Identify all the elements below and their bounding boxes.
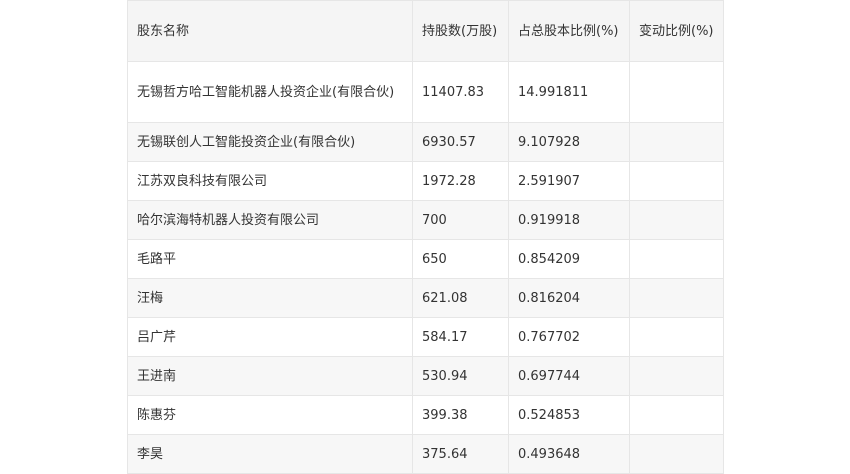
table-row: 王进南 530.94 0.697744 — [127, 356, 724, 396]
cell-shares: 584.17 — [412, 317, 509, 357]
cell-share-percent: 14.991811 — [508, 61, 630, 123]
cell-change-percent — [629, 161, 724, 201]
cell-change-percent — [629, 434, 724, 474]
table-row: 毛路平 650 0.854209 — [127, 239, 724, 279]
cell-change-percent — [629, 278, 724, 318]
cell-shareholder-name: 李昊 — [127, 434, 413, 474]
table-row: 无锡哲方哈工智能机器人投资企业(有限合伙) 11407.83 14.991811 — [127, 61, 724, 123]
table-row: 哈尔滨海特机器人投资有限公司 700 0.919918 — [127, 200, 724, 240]
cell-shareholder-name: 王进南 — [127, 356, 413, 396]
cell-share-percent: 0.816204 — [508, 278, 630, 318]
cell-share-percent: 0.697744 — [508, 356, 630, 396]
cell-shareholder-name: 汪梅 — [127, 278, 413, 318]
header-shares: 持股数(万股) — [412, 0, 509, 62]
cell-change-percent — [629, 395, 724, 435]
cell-shareholder-name: 毛路平 — [127, 239, 413, 279]
cell-shares: 530.94 — [412, 356, 509, 396]
cell-change-percent — [629, 61, 724, 123]
cell-shares: 621.08 — [412, 278, 509, 318]
cell-share-percent: 2.591907 — [508, 161, 630, 201]
cell-change-percent — [629, 317, 724, 357]
cell-shares: 375.64 — [412, 434, 509, 474]
cell-shareholder-name: 吕广芹 — [127, 317, 413, 357]
header-share-percent: 占总股本比例(%) — [508, 0, 630, 62]
table-row: 李昊 375.64 0.493648 — [127, 434, 724, 474]
header-row: 股东名称 持股数(万股) 占总股本比例(%) 变动比例(%) — [127, 0, 724, 62]
table-row: 江苏双良科技有限公司 1972.28 2.591907 — [127, 161, 724, 201]
cell-shares: 1972.28 — [412, 161, 509, 201]
cell-change-percent — [629, 122, 724, 162]
table-row: 陈惠芬 399.38 0.524853 — [127, 395, 724, 435]
cell-share-percent: 9.107928 — [508, 122, 630, 162]
table-body: 无锡哲方哈工智能机器人投资企业(有限合伙) 11407.83 14.991811… — [127, 61, 724, 474]
cell-share-percent: 0.493648 — [508, 434, 630, 474]
cell-share-percent: 0.767702 — [508, 317, 630, 357]
cell-shareholder-name: 江苏双良科技有限公司 — [127, 161, 413, 201]
cell-shareholder-name: 无锡联创人工智能投资企业(有限合伙) — [127, 122, 413, 162]
cell-share-percent: 0.919918 — [508, 200, 630, 240]
cell-share-percent: 0.854209 — [508, 239, 630, 279]
cell-change-percent — [629, 356, 724, 396]
header-change-percent: 变动比例(%) — [629, 0, 724, 62]
cell-shares: 650 — [412, 239, 509, 279]
table-row: 吕广芹 584.17 0.767702 — [127, 317, 724, 357]
cell-shares: 399.38 — [412, 395, 509, 435]
table-row: 无锡联创人工智能投资企业(有限合伙) 6930.57 9.107928 — [127, 122, 724, 162]
cell-shares: 6930.57 — [412, 122, 509, 162]
cell-change-percent — [629, 200, 724, 240]
cell-shares: 700 — [412, 200, 509, 240]
header-shareholder-name: 股东名称 — [127, 0, 413, 62]
shareholder-table-container: 股东名称 持股数(万股) 占总股本比例(%) 变动比例(%) 无锡哲方哈工智能机… — [127, 0, 724, 474]
cell-shareholder-name: 哈尔滨海特机器人投资有限公司 — [127, 200, 413, 240]
cell-shares: 11407.83 — [412, 61, 509, 123]
cell-share-percent: 0.524853 — [508, 395, 630, 435]
shareholder-table: 股东名称 持股数(万股) 占总股本比例(%) 变动比例(%) 无锡哲方哈工智能机… — [127, 0, 724, 474]
cell-shareholder-name: 无锡哲方哈工智能机器人投资企业(有限合伙) — [127, 61, 413, 123]
table-header: 股东名称 持股数(万股) 占总股本比例(%) 变动比例(%) — [127, 0, 724, 62]
table-row: 汪梅 621.08 0.816204 — [127, 278, 724, 318]
cell-change-percent — [629, 239, 724, 279]
cell-shareholder-name: 陈惠芬 — [127, 395, 413, 435]
